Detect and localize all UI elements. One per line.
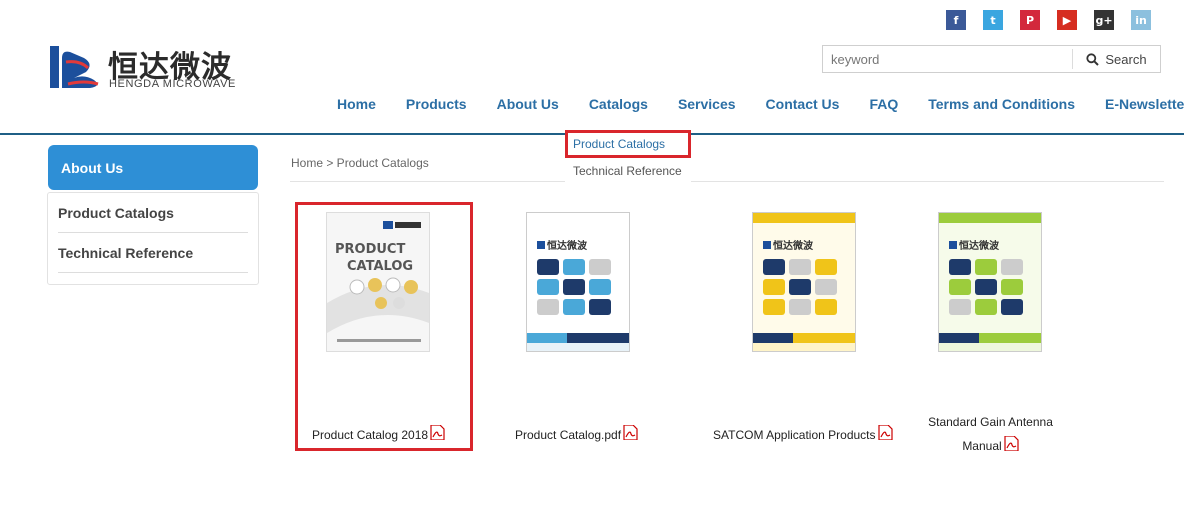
pdf-icon	[877, 425, 893, 440]
nav-faq[interactable]: FAQ	[869, 96, 898, 112]
search-icon	[1086, 52, 1100, 66]
catalog-caption-4-line2-wrap: Manual	[928, 434, 1053, 458]
linkedin-icon[interactable]: in	[1131, 10, 1151, 30]
svg-text:恒达微波: 恒达微波	[773, 239, 814, 252]
logo-mark-icon	[50, 46, 99, 88]
breadcrumb-divider	[290, 181, 1164, 182]
catalog-cover-4-art: 恒达微波	[939, 213, 1041, 351]
search-button-label: Search	[1105, 51, 1147, 67]
main-nav: Home Products About Us Catalogs Services…	[337, 96, 1184, 112]
nav-terms[interactable]: Terms and Conditions	[928, 96, 1075, 112]
nav-catalogs[interactable]: Catalogs	[589, 96, 648, 112]
catalog-cover-4[interactable]: 恒达微波	[938, 212, 1042, 352]
catalog-cover-2[interactable]: 恒达微波	[526, 212, 630, 352]
social-links: f t P ▶ g+ in	[946, 10, 1151, 30]
svg-text:恒达微波: 恒达微波	[547, 239, 588, 252]
nav-contact-us[interactable]: Contact Us	[766, 96, 840, 112]
pdf-icon	[623, 425, 638, 440]
nav-products[interactable]: Products	[406, 96, 467, 112]
google-plus-icon[interactable]: g+	[1094, 10, 1114, 30]
catalog-cover-2-art: 恒达微波	[527, 213, 629, 351]
catalog-caption-3[interactable]: SATCOM Application Products	[713, 425, 893, 442]
twitter-icon[interactable]: t	[983, 10, 1003, 30]
catalog-cover-3-art: 恒达微波	[753, 213, 855, 351]
pinterest-icon[interactable]: P	[1020, 10, 1040, 30]
logo-english-text: HENGDA MICROWAVE	[109, 78, 236, 90]
sidebar-menu: Product Catalogs Technical Reference	[47, 192, 259, 285]
search-box: Search	[822, 45, 1161, 73]
catalog-caption-2-text: Product Catalog.pdf	[515, 428, 622, 442]
nav-about-us[interactable]: About Us	[497, 96, 559, 112]
facebook-icon[interactable]: f	[946, 10, 966, 30]
catalog-caption-4-line2: Manual	[962, 439, 1002, 453]
search-button[interactable]: Search	[1073, 46, 1160, 72]
catalog-caption-3-text: SATCOM Application Products	[713, 428, 876, 442]
dropdown-item-product-catalogs[interactable]: Product Catalogs	[565, 130, 691, 158]
catalog-cover-3[interactable]: 恒达微波	[752, 212, 856, 352]
nav-e-newsletter[interactable]: E-Newsletter	[1105, 96, 1184, 112]
nav-home[interactable]: Home	[337, 96, 376, 112]
pdf-icon	[1004, 436, 1019, 451]
svg-text:恒达微波: 恒达微波	[959, 239, 1000, 252]
youtube-icon[interactable]: ▶	[1057, 10, 1077, 30]
selected-catalog-highlight	[295, 202, 473, 451]
catalog-caption-4[interactable]: Standard Gain Antenna Manual	[928, 410, 1053, 458]
sidebar-item-technical-reference[interactable]: Technical Reference	[58, 233, 248, 273]
nav-services[interactable]: Services	[678, 96, 736, 112]
catalog-caption-4-line1: Standard Gain Antenna	[928, 415, 1053, 429]
sidebar-item-product-catalogs[interactable]: Product Catalogs	[58, 193, 248, 233]
sidebar-title: About Us	[48, 145, 258, 190]
catalogs-dropdown-menu: Product Catalogs Technical Reference	[565, 130, 691, 184]
dropdown-item-technical-reference[interactable]: Technical Reference	[565, 158, 691, 184]
breadcrumb: Home > Product Catalogs	[291, 156, 429, 170]
site-logo[interactable]: 恒达微波 HENGDA MICROWAVE	[50, 44, 250, 94]
catalog-caption-2[interactable]: Product Catalog.pdf	[515, 425, 638, 442]
search-input[interactable]	[823, 46, 1072, 72]
